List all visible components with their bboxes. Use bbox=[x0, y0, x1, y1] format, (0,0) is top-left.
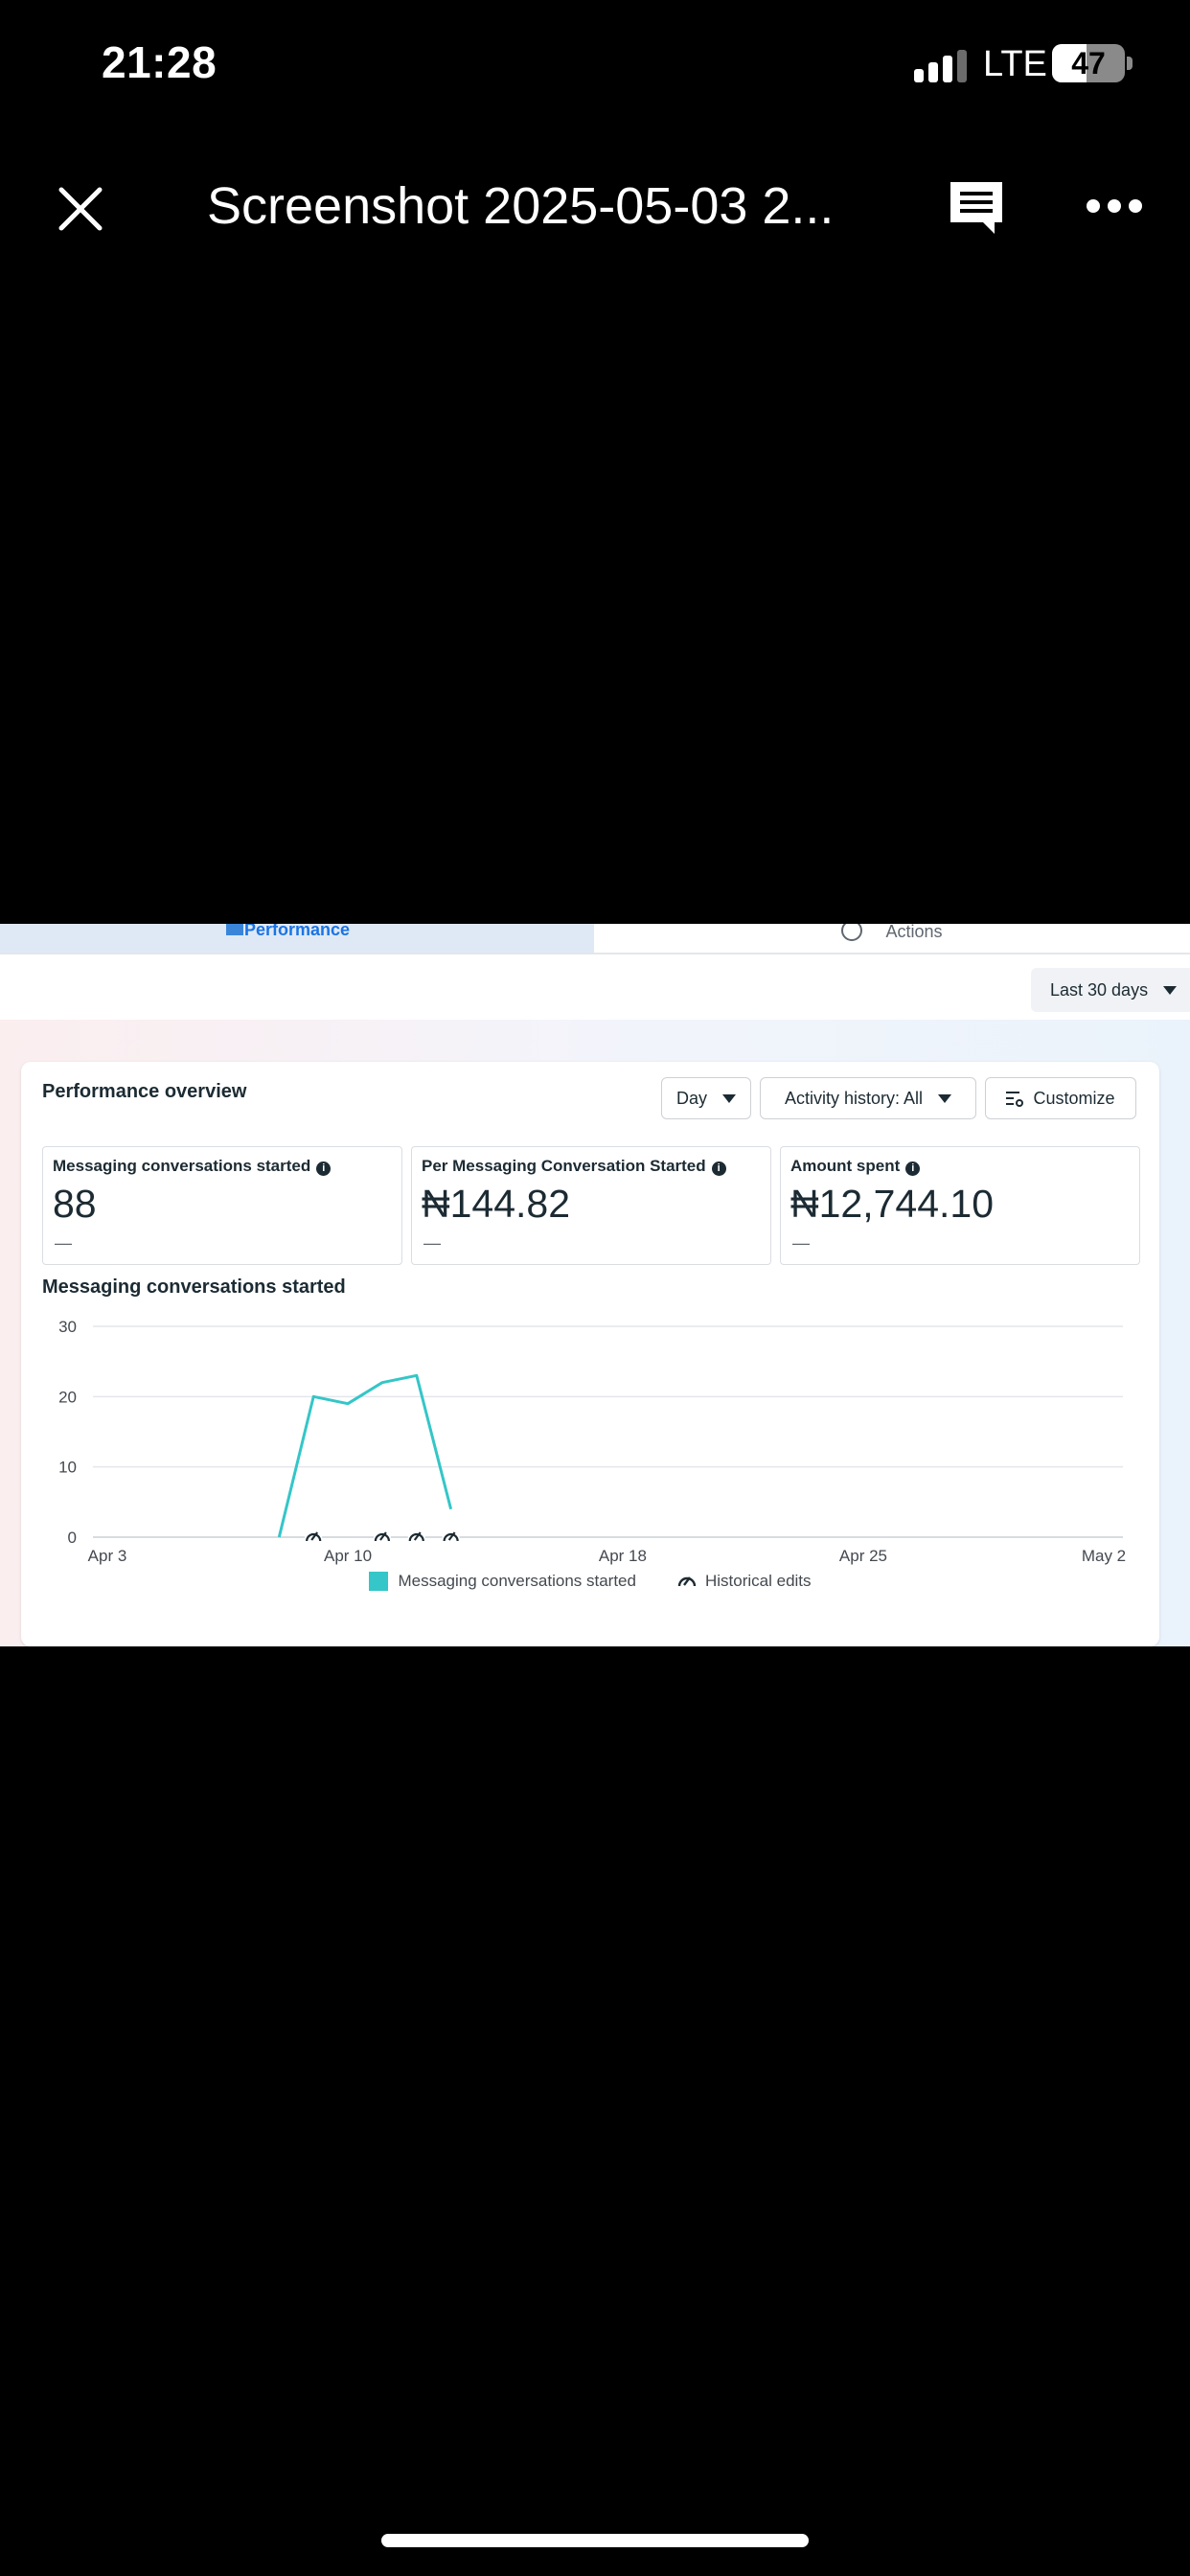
historical-edit-marker[interactable] bbox=[373, 1529, 391, 1546]
granularity-dropdown[interactable]: Day bbox=[661, 1077, 751, 1119]
historical-edit-marker[interactable] bbox=[442, 1529, 460, 1546]
close-icon[interactable] bbox=[54, 182, 107, 236]
metric-card[interactable]: Messaging conversations started i 88 — bbox=[42, 1146, 402, 1265]
tab-performance-label: Performance bbox=[243, 924, 351, 939]
y-tick-label: 20 bbox=[58, 1388, 77, 1406]
metric-label-text: Per Messaging Conversation Started bbox=[422, 1157, 706, 1175]
screenshot-image: Performance Actions Last 30 days Perform… bbox=[0, 924, 1190, 1646]
historical-edit-marker[interactable] bbox=[407, 1529, 425, 1546]
line-chart: 0 10 20 30 Apr 3 Apr 10 Apr 18 Apr 25 May 2 bbox=[58, 1318, 1126, 1565]
metric-value: 88 bbox=[53, 1182, 97, 1226]
x-tick-label: Apr 3 bbox=[88, 1547, 127, 1565]
x-tick-label: May 2 bbox=[1082, 1547, 1126, 1565]
network-type: LTE bbox=[983, 44, 1047, 84]
chevron-down-icon bbox=[722, 1093, 736, 1103]
x-tick-label: Apr 25 bbox=[839, 1547, 887, 1565]
arrow-up-circle-icon bbox=[841, 924, 863, 941]
status-time: 21:28 bbox=[102, 37, 217, 87]
battery-level: 47 bbox=[1071, 45, 1106, 80]
historical-edit-marker[interactable] bbox=[305, 1529, 323, 1546]
x-tick-label: Apr 10 bbox=[324, 1547, 372, 1565]
metric-label: Amount spent i bbox=[790, 1157, 921, 1176]
legend-series[interactable]: Messaging conversations started bbox=[398, 1572, 636, 1591]
tab-actions[interactable]: Actions bbox=[594, 924, 1190, 942]
metric-label: Per Messaging Conversation Started i bbox=[422, 1157, 726, 1176]
battery-icon: 47 bbox=[1052, 44, 1125, 82]
info-icon[interactable]: i bbox=[316, 1162, 332, 1176]
tab-bar: Performance Actions bbox=[0, 924, 1190, 954]
performance-overview-card: Performance overview Day Activity histor… bbox=[21, 1062, 1159, 1646]
legend-historical-edits[interactable]: Historical edits bbox=[705, 1572, 812, 1591]
metric-value: ₦12,744.10 bbox=[790, 1182, 995, 1226]
granularity-label: Day bbox=[675, 1088, 707, 1108]
metric-label-text: Amount spent bbox=[790, 1157, 901, 1175]
legend-swatch bbox=[369, 1572, 389, 1591]
chevron-down-icon bbox=[1163, 985, 1178, 995]
tab-divider bbox=[0, 953, 1190, 954]
overview-title: Performance overview bbox=[42, 1081, 247, 1102]
tab-performance[interactable]: Performance bbox=[0, 924, 594, 953]
historical-edit-icon bbox=[677, 1576, 697, 1587]
file-title: Screenshot 2025-05-03 2... bbox=[207, 177, 835, 235]
customize-label: Customize bbox=[1033, 1088, 1115, 1108]
metric-label: Messaging conversations started i bbox=[53, 1157, 332, 1176]
metric-label-text: Messaging conversations started bbox=[53, 1157, 311, 1175]
chart-title: Messaging conversations started bbox=[42, 1276, 346, 1298]
y-tick-label: 0 bbox=[68, 1529, 77, 1547]
signal-icon bbox=[914, 50, 967, 82]
tab-actions-label: Actions bbox=[885, 924, 943, 941]
series-line bbox=[277, 1373, 453, 1538]
activity-history-dropdown[interactable]: Activity history: All bbox=[760, 1077, 976, 1119]
activity-history-label: Activity history: All bbox=[784, 1088, 924, 1108]
info-icon[interactable]: i bbox=[905, 1162, 921, 1176]
metric-comparison: — bbox=[423, 1233, 441, 1253]
metric-comparison: — bbox=[792, 1233, 810, 1253]
battery-tip bbox=[1127, 57, 1133, 70]
info-icon[interactable]: i bbox=[711, 1162, 726, 1176]
metric-comparison: — bbox=[55, 1233, 72, 1253]
chart-legend: Messaging conversations started Historic… bbox=[21, 1572, 1159, 1591]
metric-card[interactable]: Amount spent i ₦12,744.10 — bbox=[780, 1146, 1140, 1265]
x-tick-label: Apr 18 bbox=[599, 1547, 647, 1565]
comment-icon[interactable] bbox=[947, 178, 1006, 238]
customize-icon bbox=[1006, 1092, 1024, 1107]
metric-card[interactable]: Per Messaging Conversation Started i ₦144… bbox=[411, 1146, 771, 1265]
customize-button[interactable]: Customize bbox=[985, 1077, 1136, 1119]
more-icon[interactable] bbox=[1083, 190, 1146, 222]
y-tick-label: 10 bbox=[58, 1459, 77, 1477]
home-indicator bbox=[381, 2534, 809, 2547]
date-range-dropdown[interactable]: Last 30 days bbox=[1031, 968, 1190, 1012]
chevron-down-icon bbox=[938, 1093, 952, 1103]
date-range-label: Last 30 days bbox=[1050, 979, 1149, 1000]
metric-value: ₦144.82 bbox=[422, 1182, 571, 1226]
y-tick-label: 30 bbox=[58, 1318, 77, 1336]
